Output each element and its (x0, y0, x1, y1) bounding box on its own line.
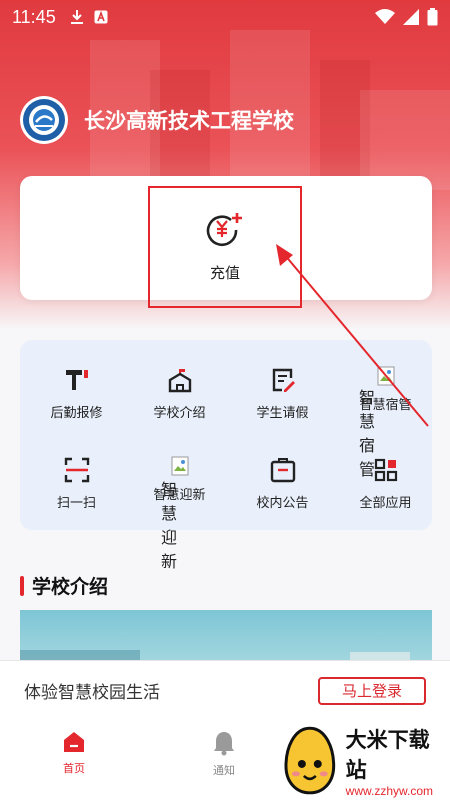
service-notice[interactable]: 校内公告 (231, 456, 334, 511)
welcome-alt-text: 智慧迎新 (160, 480, 177, 571)
app-screen: 11:45 长沙高新技术工程学校 充值 后勤报修 学校介绍 学生请假 智慧宿管 … (0, 0, 450, 800)
bell-icon (214, 732, 234, 756)
section-accent-bar (20, 575, 24, 596)
login-button[interactable]: 马上登录 (318, 676, 426, 705)
watermark-url: www.zzhyw.com (345, 784, 434, 798)
tab-label: 通知 (213, 764, 235, 777)
section-header: 学校介绍 (20, 572, 108, 599)
school-name: 长沙高新技术工程学校 (84, 109, 294, 133)
download-icon (70, 10, 83, 24)
recharge-icon (206, 212, 242, 246)
signal-icon (403, 9, 419, 25)
login-prompt-text: 体验智慧校园生活 (24, 683, 160, 703)
notice-icon (270, 458, 295, 483)
school-logo (20, 96, 68, 144)
service-smart-welcome[interactable]: 智慧迎新 (128, 456, 231, 503)
login-prompt-bar: 体验智慧校园生活 马上登录 (0, 660, 450, 720)
service-all-apps[interactable]: 全部应用 (334, 456, 437, 511)
battery-icon (427, 8, 438, 26)
service-label: 学校介绍 (153, 406, 206, 421)
service-student-leave[interactable]: 学生请假 (231, 366, 334, 421)
building-icon (168, 369, 191, 393)
school-header: 长沙高新技术工程学校 (20, 96, 294, 144)
watermark-title: 大米下载站 (345, 728, 430, 782)
app-notification-icon (94, 10, 108, 24)
status-bar: 11:45 (0, 0, 450, 34)
status-time: 11:45 (12, 6, 56, 27)
service-scan[interactable]: 扫一扫 (25, 456, 128, 511)
watermark: 大米下载站 www.zzhyw.com (282, 722, 450, 800)
tab-label: 首页 (63, 762, 85, 775)
service-label: 后勤报修 (50, 406, 103, 421)
recharge-button[interactable]: 充值 (148, 186, 302, 308)
service-label: 全部应用 (359, 496, 412, 511)
section-title: 学校介绍 (32, 576, 109, 598)
service-label: 校内公告 (256, 496, 309, 511)
scan-icon (64, 457, 89, 483)
wrench-icon (65, 370, 88, 390)
dorm-alt-text: 智慧宿管 (358, 388, 375, 479)
tab-notifications[interactable]: 通知 (184, 730, 264, 778)
broken-image-icon (377, 366, 394, 386)
recharge-label: 充值 (209, 263, 240, 282)
wifi-icon (375, 9, 395, 24)
edit-doc-icon (272, 368, 295, 392)
mascot-icon (284, 726, 336, 795)
service-label: 学生请假 (256, 406, 309, 421)
service-school-intro[interactable]: 学校介绍 (128, 366, 231, 421)
service-repair[interactable]: 后勤报修 (25, 366, 128, 421)
broken-image-icon (171, 456, 188, 476)
service-smart-dorm[interactable]: 智慧宿管 (334, 366, 437, 413)
home-icon (64, 732, 84, 752)
tab-home[interactable]: 首页 (34, 730, 114, 776)
service-label: 扫一扫 (56, 496, 96, 511)
